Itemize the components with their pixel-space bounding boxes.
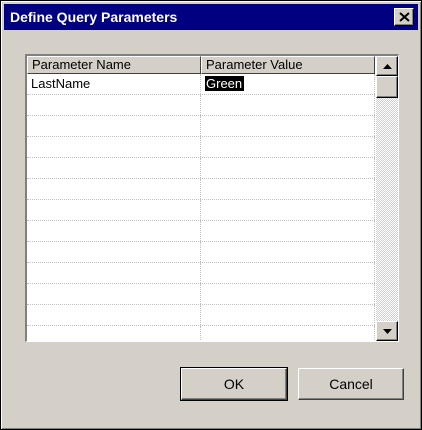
ok-button[interactable]: OK	[180, 367, 288, 401]
cell-parameter-value[interactable]	[201, 221, 375, 241]
cell-parameter-name[interactable]: LastName	[27, 74, 201, 94]
cell-parameter-name[interactable]	[27, 158, 201, 178]
cell-parameter-name[interactable]	[27, 305, 201, 325]
grid-row[interactable]	[27, 137, 375, 158]
cell-parameter-value[interactable]	[201, 116, 375, 136]
cell-parameter-name[interactable]	[27, 116, 201, 136]
scrollbar-thumb[interactable]	[376, 76, 398, 98]
scrollbar-track[interactable]	[376, 56, 398, 341]
grid-row[interactable]	[27, 158, 375, 179]
cell-parameter-name[interactable]	[27, 200, 201, 220]
dialog-title: Define Query Parameters	[10, 9, 178, 25]
grid-row[interactable]	[27, 326, 375, 341]
close-icon	[399, 12, 410, 22]
cell-parameter-name[interactable]	[27, 221, 201, 241]
grid-row[interactable]	[27, 179, 375, 200]
title-bar[interactable]: Define Query Parameters	[4, 4, 418, 30]
scroll-down-button[interactable]	[376, 321, 398, 341]
cell-parameter-value[interactable]	[201, 263, 375, 283]
grid-header: Parameter Name Parameter Value	[27, 56, 375, 74]
cell-parameter-name[interactable]	[27, 242, 201, 262]
vertical-scrollbar[interactable]	[376, 56, 398, 341]
grid-row[interactable]	[27, 263, 375, 284]
grid-row[interactable]	[27, 95, 375, 116]
cell-parameter-name[interactable]	[27, 95, 201, 115]
cancel-button[interactable]: Cancel	[298, 368, 404, 400]
cell-parameter-value[interactable]	[201, 95, 375, 115]
scroll-up-button[interactable]	[376, 56, 398, 76]
cell-parameter-name[interactable]	[27, 137, 201, 157]
column-header-parameter-name[interactable]: Parameter Name	[27, 56, 201, 74]
scroll-up-arrow-icon	[383, 64, 392, 69]
cell-parameter-value[interactable]	[201, 242, 375, 262]
cell-parameter-value[interactable]	[201, 137, 375, 157]
cell-parameter-value[interactable]	[201, 200, 375, 220]
grid-rows: LastName Green	[27, 74, 375, 341]
selected-value-text[interactable]: Green	[205, 76, 245, 91]
cell-parameter-value[interactable]	[201, 158, 375, 178]
grid-row[interactable]	[27, 116, 375, 137]
column-header-parameter-value[interactable]: Parameter Value	[201, 56, 375, 74]
cell-parameter-name[interactable]	[27, 263, 201, 283]
cell-parameter-value[interactable]	[201, 326, 375, 341]
grid-row[interactable]	[27, 284, 375, 305]
grid-row[interactable]	[27, 200, 375, 221]
cell-parameter-value[interactable]	[201, 179, 375, 199]
cell-parameter-value[interactable]	[201, 284, 375, 304]
cell-parameter-value[interactable]: Green	[201, 74, 375, 94]
parameters-grid[interactable]: Parameter Name Parameter Value LastName G…	[25, 54, 399, 342]
cell-parameter-name[interactable]	[27, 179, 201, 199]
cell-parameter-value[interactable]	[201, 305, 375, 325]
grid-row[interactable]: LastName Green	[27, 74, 375, 95]
scroll-down-arrow-icon	[383, 329, 392, 334]
grid-row[interactable]	[27, 221, 375, 242]
grid-row[interactable]	[27, 305, 375, 326]
dialog-window: Define Query Parameters Parameter Name P…	[0, 0, 422, 430]
cell-parameter-name[interactable]	[27, 284, 201, 304]
cell-parameter-name[interactable]	[27, 326, 201, 341]
close-button[interactable]	[394, 8, 414, 26]
grid-row[interactable]	[27, 242, 375, 263]
